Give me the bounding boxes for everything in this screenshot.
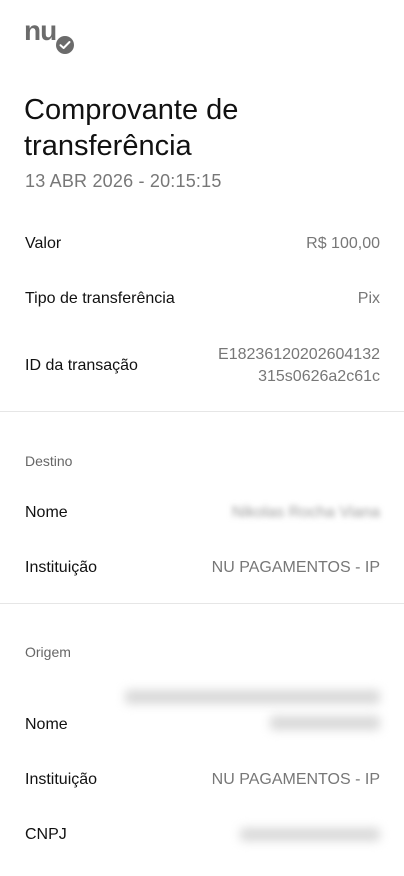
transfer-timestamp: 13 ABR 2026 - 20:15:15 [25,171,222,191]
page-title: Comprovante de transferência [24,94,239,162]
redacted-name-blur [270,716,380,730]
valor-label: Valor [25,235,62,252]
destino-instituicao-label: Instituição [25,559,98,576]
valor-value: R$ 100,00 [306,235,380,252]
id-value[interactable]: E18236120202604132315s0626a2c61c [210,344,380,388]
origem-nome-label: Nome [25,716,68,733]
tipo-label: Tipo de transferência [25,290,175,307]
destino-nome-label: Nome [25,504,68,521]
check-badge-icon [56,36,74,54]
section-origem-title: Origem [25,644,71,660]
destino-instituicao-value: NU PAGAMENTOS - IP [211,559,380,576]
row-tipo-transferencia: Tipo de transferência Pix [25,290,380,308]
row-destino-instituicao: Instituição NU PAGAMENTOS - IP [25,559,380,577]
destino-nome-value: Nikolas Rocha Viana [231,504,380,521]
row-id-transacao: ID da transação E18236120202604132315s06… [25,344,380,388]
divider [0,411,404,412]
origem-cnpj-label: CNPJ [25,826,67,843]
tipo-value: Pix [357,290,380,307]
row-destino-nome: Nome Nikolas Rocha Viana [25,504,380,522]
logo-wordmark: nu [24,15,57,46]
row-valor: Valor R$ 100,00 [25,235,380,253]
id-label: ID da transação [25,357,138,374]
origem-instituicao-label: Instituição [25,771,98,788]
section-destino-title: Destino [25,453,73,469]
row-origem-instituicao: Instituição NU PAGAMENTOS - IP [25,771,380,789]
nubank-logo: nu [24,14,78,54]
redacted-name-blur [125,690,380,704]
redacted-cnpj-blur [240,828,380,841]
origem-instituicao-value: NU PAGAMENTOS - IP [211,771,380,788]
divider [0,603,404,604]
